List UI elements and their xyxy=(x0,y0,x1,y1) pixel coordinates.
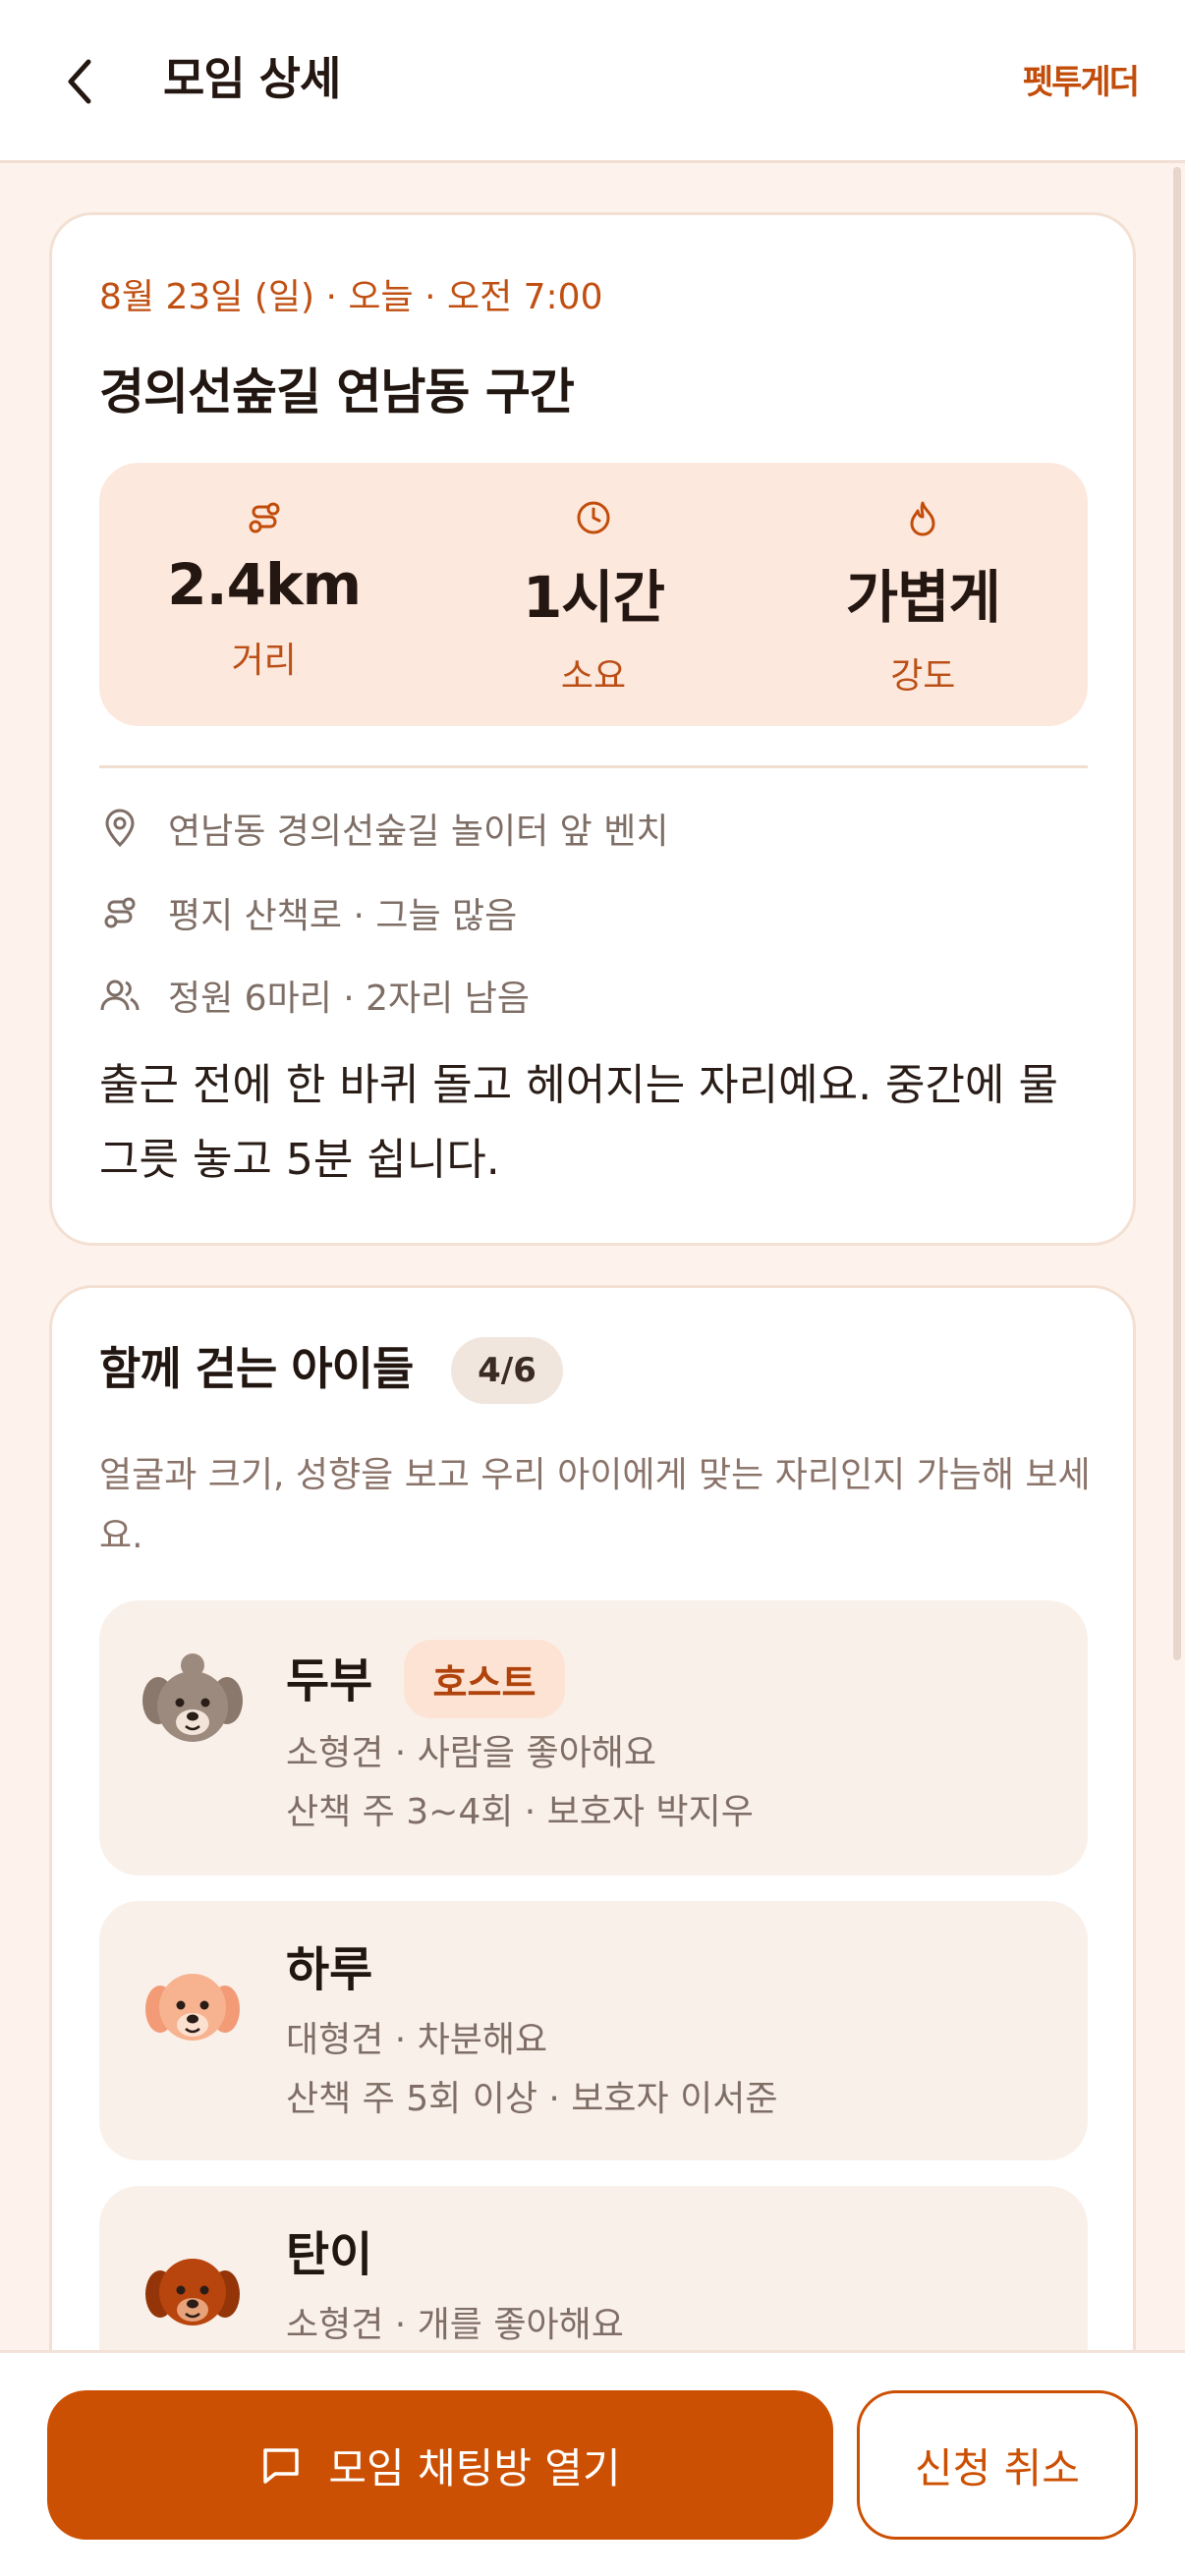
scrollbar[interactable] xyxy=(1173,167,1181,1660)
stat-label: 강도 xyxy=(890,656,956,697)
dog-list-item[interactable]: 두부 호스트 소형견 · 사람을 좋아해요 산책 주 3~4회 · 보호자 박지… xyxy=(99,1600,1088,1876)
cancel-application-button[interactable]: 신청 취소 xyxy=(857,2390,1138,2540)
clock-icon xyxy=(575,498,612,537)
map-pin-icon xyxy=(99,808,141,849)
route-icon xyxy=(247,498,282,537)
divider xyxy=(99,765,1088,768)
dogs-section-title: 함께 걷는 아이들 xyxy=(99,1342,414,1395)
app-header: 모임 상세 펫투게더 xyxy=(0,0,1185,163)
dog-list-item[interactable]: 하루 대형견 · 차분해요 산책 주 5회 이상 · 보호자 이서준 xyxy=(99,1901,1088,2160)
stat-value: 가볍게 xyxy=(845,564,1001,631)
meeting-card: 8월 23일 (일) · 오늘 · 오전 7:00 경의선숲길 연남동 구간 2… xyxy=(49,212,1136,1246)
open-chat-button[interactable]: 모임 채팅방 열기 xyxy=(47,2390,833,2540)
page-title: 모임 상세 xyxy=(163,52,341,105)
stat-value: 1시간 xyxy=(522,564,665,631)
stat-label: 소요 xyxy=(560,656,627,697)
open-chat-label: 모임 채팅방 열기 xyxy=(328,2443,621,2492)
location-row: 연남동 경의선숲길 놀이터 앞 벤치 xyxy=(99,803,668,854)
back-button[interactable] xyxy=(51,49,110,114)
stat-label: 거리 xyxy=(231,641,297,681)
meeting-title: 경의선숲길 연남동 구간 xyxy=(99,364,575,420)
capacity-row: 정원 6마리 · 2자리 남음 xyxy=(99,970,530,1021)
stat-distance: 2.4km 거리 xyxy=(99,463,428,726)
stat-duration: 1시간 소요 xyxy=(428,463,758,726)
route-icon xyxy=(99,892,141,933)
location-text: 연남동 경의선숲길 놀이터 앞 벤치 xyxy=(168,812,669,852)
users-icon xyxy=(99,975,141,1016)
dogs-section-subtitle: 얼굴과 크기, 성향을 보고 우리 아이에게 맞는 자리인지 가늠해 보세요. xyxy=(99,1455,1091,1556)
terrain-row: 평지 산책로 · 그늘 많음 xyxy=(99,887,517,938)
stat-intensity: 가볍게 강도 xyxy=(759,463,1088,726)
dog-traits: 소형견 · 사람을 좋아해요 xyxy=(286,1733,656,1773)
participant-count-badge: 4/6 xyxy=(451,1337,563,1404)
dog-name: 두부 xyxy=(286,1653,373,1708)
host-badge: 호스트 xyxy=(404,1640,565,1718)
dog-traits: 대형견 · 차분해요 xyxy=(286,2020,548,2060)
dog-avatar xyxy=(139,1650,247,1758)
bottom-action-bar: 모임 채팅방 열기 신청 취소 xyxy=(0,2350,1185,2576)
dog-walk-info: 산책 주 5회 이상 · 보호자 이서준 xyxy=(286,2079,778,2119)
dog-name: 탄이 xyxy=(286,2227,373,2282)
dog-walk-info: 산책 주 3~4회 · 보호자 박지우 xyxy=(286,1792,754,1832)
dog-traits: 소형견 · 개를 좋아해요 xyxy=(286,2305,624,2345)
stat-value: 2.4km xyxy=(167,551,362,618)
chevron-left-icon xyxy=(68,59,91,104)
meeting-description: 출근 전에 한 바퀴 돌고 헤어지는 자리예요. 중간에 물그릇 놓고 5분 쉽… xyxy=(99,1060,1058,1185)
meeting-date: 8월 23일 (일) · 오늘 · 오전 7:00 xyxy=(99,277,603,317)
terrain-text: 평지 산책로 · 그늘 많음 xyxy=(168,896,518,936)
flame-icon xyxy=(907,498,938,537)
capacity-text: 정원 6마리 · 2자리 남음 xyxy=(168,979,530,1019)
stats-panel: 2.4km 거리 1시간 소요 가볍게 강도 xyxy=(99,463,1088,726)
brand-logo[interactable]: 펫투게더 xyxy=(1023,55,1140,103)
dog-name: 하루 xyxy=(286,1942,373,1997)
dog-avatar xyxy=(139,2239,247,2347)
dog-avatar xyxy=(139,1954,247,2062)
chat-bubble-icon xyxy=(259,2442,305,2488)
